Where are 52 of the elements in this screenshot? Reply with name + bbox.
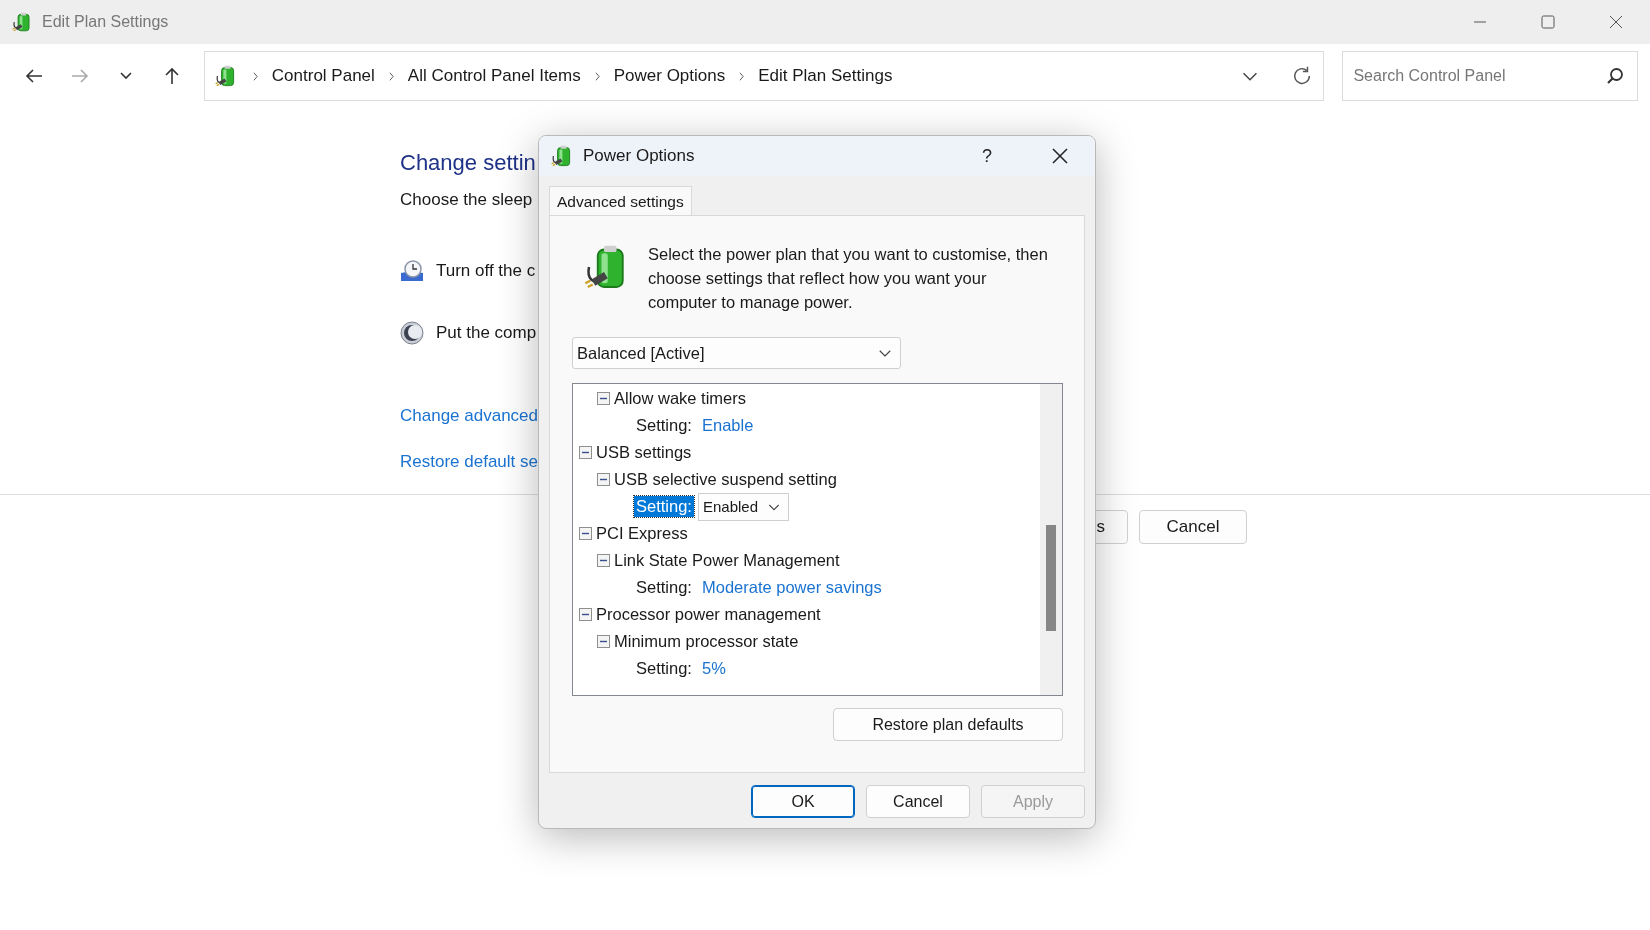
tree-item[interactable]: Link State Power Management	[614, 551, 840, 570]
address-bar[interactable]: Control Panel All Control Panel Items Power Options Edit Plan Settings	[203, 51, 1325, 101]
tree-item[interactable]: PCI Express	[596, 524, 688, 543]
setting-label: Put the comp	[436, 323, 537, 343]
collapse-icon[interactable]	[579, 608, 592, 621]
page-button[interactable]: Cancel	[1139, 510, 1247, 544]
collapse-icon[interactable]	[579, 446, 592, 459]
help-button[interactable]: ?	[957, 136, 1017, 176]
collapse-icon[interactable]	[579, 527, 592, 540]
setting-label[interactable]: Setting:	[634, 658, 694, 679]
setting-label[interactable]: Setting:	[634, 496, 694, 517]
restore-defaults-button[interactable]: Restore plan defaults	[833, 708, 1063, 741]
page-link[interactable]: Restore default se	[400, 452, 538, 472]
setting-label: Turn off the c	[436, 261, 536, 281]
window-title: Edit Plan Settings	[42, 13, 169, 31]
setting-value-link[interactable]: Moderate power savings	[701, 578, 882, 597]
page-subtitle: Choose the sleep	[400, 190, 533, 210]
tree-item[interactable]: Allow wake timers	[614, 389, 747, 408]
close-icon	[1052, 148, 1068, 164]
collapse-icon[interactable]	[597, 635, 610, 648]
tab[interactable]: Advanced settings	[549, 186, 692, 216]
moon-icon	[400, 321, 424, 345]
collapse-icon[interactable]	[597, 554, 610, 567]
tree-item[interactable]: Processor power management	[596, 605, 821, 624]
page-link[interactable]: Change advanced	[400, 406, 538, 426]
setting-value-link[interactable]: Enable	[701, 416, 754, 435]
dialog-button[interactable]: Cancel	[866, 785, 970, 818]
setting-value-link[interactable]: 5%	[701, 659, 726, 678]
dialog-button[interactable]: OK	[751, 785, 855, 818]
scrollbar-thumb[interactable]	[1046, 525, 1056, 631]
collapse-icon[interactable]	[597, 392, 610, 405]
dialog-title: Power Options	[583, 146, 695, 166]
breadcrumb[interactable]: Edit Plan Settings	[758, 66, 893, 86]
tree-item[interactable]: USB settings	[596, 443, 692, 462]
breadcrumb[interactable]: Power Options	[613, 66, 726, 86]
scrollbar[interactable]	[1040, 384, 1062, 695]
maximize-icon	[1541, 15, 1555, 29]
plan-dropdown[interactable]: Balanced [Active]	[572, 337, 901, 369]
search-icon	[1606, 67, 1625, 85]
breadcrumb[interactable]: All Control Panel Items	[407, 66, 581, 86]
page-heading: Change settin	[400, 150, 536, 176]
setting-dropdown[interactable]: Enabled	[697, 492, 789, 521]
close-icon	[1609, 15, 1623, 29]
clock-icon	[400, 259, 424, 283]
collapse-icon[interactable]	[597, 473, 610, 486]
tree-item[interactable]: USB selective suspend setting	[614, 470, 837, 489]
description-text: Select the power plan that you want to customise, then choose settings that reflect how you want your computer to manage power.	[648, 244, 1049, 313]
setting-label[interactable]: Setting:	[634, 577, 694, 598]
search-field[interactable]: Search Control Panel	[1342, 51, 1639, 101]
breadcrumb[interactable]: Control Panel	[271, 66, 375, 86]
setting-label[interactable]: Setting:	[634, 415, 694, 436]
tree-item[interactable]: Minimum processor state	[614, 632, 799, 651]
